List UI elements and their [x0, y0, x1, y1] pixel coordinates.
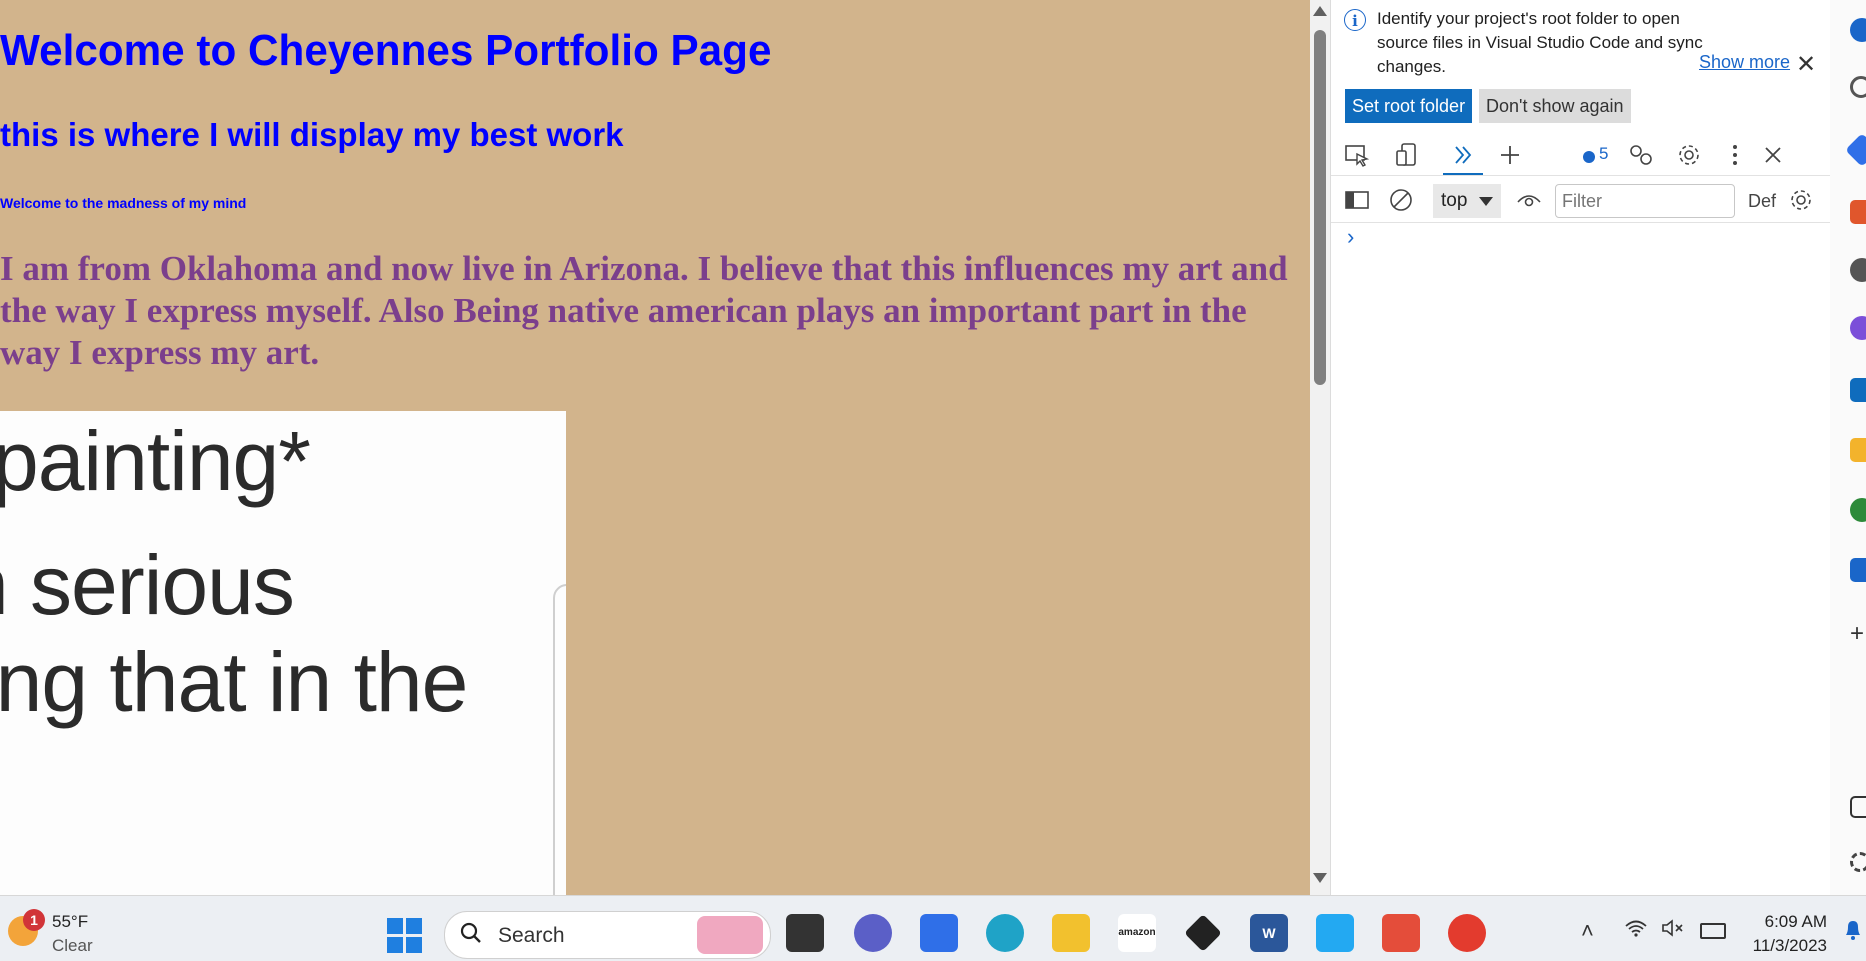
- page-heading-1: Welcome to Cheyennes Portfolio Page: [0, 26, 772, 75]
- context-select-value: top: [1441, 190, 1468, 211]
- console-settings-gear-icon[interactable]: [1787, 186, 1815, 214]
- scroll-down-arrow-icon[interactable]: [1313, 873, 1327, 883]
- profile-icon[interactable]: [1850, 258, 1866, 282]
- search-highlight-image: [697, 916, 763, 954]
- chevron-down-icon: [1479, 197, 1493, 206]
- chrome-icon[interactable]: [1448, 914, 1486, 952]
- split-screen-icon[interactable]: [1850, 796, 1866, 818]
- chevron-up-icon[interactable]: ˄: [1581, 918, 1594, 944]
- weather-condition[interactable]: Clear: [52, 936, 93, 956]
- active-tab-indicator: [1443, 173, 1483, 175]
- more-tabs-chevron-icon[interactable]: [1449, 141, 1477, 169]
- dropbox-icon[interactable]: [1184, 914, 1222, 952]
- file-explorer-icon[interactable]: [1052, 914, 1090, 952]
- notification-bell-icon[interactable]: [1850, 18, 1866, 42]
- close-devtools-icon[interactable]: [1759, 141, 1787, 169]
- more-options-icon[interactable]: [1721, 141, 1749, 169]
- clock-time[interactable]: 6:09 AM: [1747, 912, 1827, 932]
- close-icon[interactable]: ✕: [1796, 50, 1816, 79]
- copilot-icon[interactable]: [1845, 133, 1866, 167]
- message-bubble-icon[interactable]: [1581, 143, 1597, 171]
- battery-icon[interactable]: [1700, 923, 1726, 939]
- shopping-icon[interactable]: [1850, 200, 1866, 224]
- add-sidebar-plus-icon[interactable]: +: [1850, 622, 1866, 646]
- wifi-icon[interactable]: [1624, 918, 1648, 944]
- clock-date[interactable]: 11/3/2023: [1747, 936, 1827, 956]
- games-icon[interactable]: [1850, 498, 1866, 522]
- clear-console-icon[interactable]: [1387, 186, 1415, 214]
- windows-logo-tile: [387, 918, 403, 934]
- image-speech-bubble: [553, 584, 566, 895]
- drop-icon[interactable]: [1850, 438, 1866, 462]
- art-image: painting* n serious ing that in the: [0, 411, 566, 895]
- scrollbar-thumb[interactable]: [1314, 30, 1326, 385]
- taskbar: 1 55°F Clear Search amazon W ˄ 6:09 AM 1…: [0, 895, 1866, 961]
- windows-logo-tile: [387, 937, 403, 953]
- image-text-line-3: ing that in the: [0, 635, 468, 729]
- devtools-panel: i Identify your project's root folder to…: [1330, 0, 1831, 895]
- windows-logo-tile: [406, 937, 422, 953]
- notifications-bell-icon[interactable]: [1842, 918, 1864, 948]
- page-paragraph: I am from Oklahoma and now live in Arizo…: [0, 249, 1288, 372]
- web-page-viewport: Welcome to Cheyennes Portfolio Page this…: [0, 0, 1310, 895]
- message-count[interactable]: 5: [1599, 144, 1608, 164]
- console-prompt[interactable]: ›: [1347, 224, 1354, 250]
- task-view-icon[interactable]: [786, 914, 824, 952]
- weather-temperature[interactable]: 55°F: [52, 912, 88, 932]
- vscode-icon[interactable]: [1316, 914, 1354, 952]
- amazon-icon[interactable]: amazon: [1118, 914, 1156, 952]
- edge-browser-icon[interactable]: [986, 914, 1024, 952]
- search-icon[interactable]: [1850, 76, 1866, 98]
- sidebar-toggle-icon[interactable]: [1343, 186, 1371, 214]
- log-levels-dropdown[interactable]: Def: [1748, 191, 1776, 212]
- devtools-toolbar: 5: [1331, 135, 1831, 176]
- windows-logo-tile: [406, 918, 422, 934]
- page-scrollbar[interactable]: [1310, 0, 1330, 895]
- start-button[interactable]: [387, 918, 423, 954]
- show-more-link[interactable]: Show more: [1699, 52, 1790, 73]
- image-text-line-2: n serious: [0, 538, 295, 632]
- eye-icon[interactable]: [1515, 186, 1543, 214]
- browser-sidebar: +: [1830, 0, 1866, 895]
- sidebar-settings-gear-icon[interactable]: [1850, 852, 1866, 872]
- image-text-line-1: painting*: [0, 414, 311, 508]
- set-root-folder-button[interactable]: Set root folder: [1345, 89, 1473, 123]
- inspect-element-icon[interactable]: [1343, 141, 1371, 169]
- scroll-up-arrow-icon[interactable]: [1313, 6, 1327, 16]
- filter-input[interactable]: [1555, 184, 1735, 218]
- outlook-icon[interactable]: [1850, 378, 1866, 402]
- page-heading-6: Welcome to the madness of my mind: [0, 195, 247, 211]
- snipping-tool-icon[interactable]: [1382, 914, 1420, 952]
- teams-chat-icon[interactable]: [854, 914, 892, 952]
- microsoft-store-icon[interactable]: [920, 914, 958, 952]
- gear-icon[interactable]: [1675, 141, 1703, 169]
- search-label: Search: [498, 924, 565, 947]
- add-tab-plus-icon[interactable]: [1496, 141, 1524, 169]
- console-toolbar: top Def: [1331, 182, 1831, 223]
- context-select[interactable]: top: [1433, 184, 1501, 218]
- weather-notification-badge: 1: [23, 909, 45, 931]
- word-icon[interactable]: W: [1250, 914, 1288, 952]
- device-emulation-icon[interactable]: [1393, 141, 1421, 169]
- page-heading-2: this is where I will display my best wor…: [0, 116, 624, 153]
- info-message: Identify your project's root folder to o…: [1377, 9, 1703, 76]
- office-icon[interactable]: [1850, 316, 1866, 340]
- zillow-icon[interactable]: [1850, 558, 1866, 582]
- connect-devices-icon[interactable]: [1627, 141, 1655, 169]
- taskbar-search[interactable]: Search: [444, 911, 771, 959]
- dont-show-again-button[interactable]: Don't show again: [1479, 89, 1631, 123]
- search-icon: [459, 921, 483, 952]
- volume-muted-icon[interactable]: [1660, 918, 1686, 944]
- info-icon: i: [1344, 9, 1366, 31]
- devtools-info-bar: i Identify your project's root folder to…: [1331, 0, 1831, 130]
